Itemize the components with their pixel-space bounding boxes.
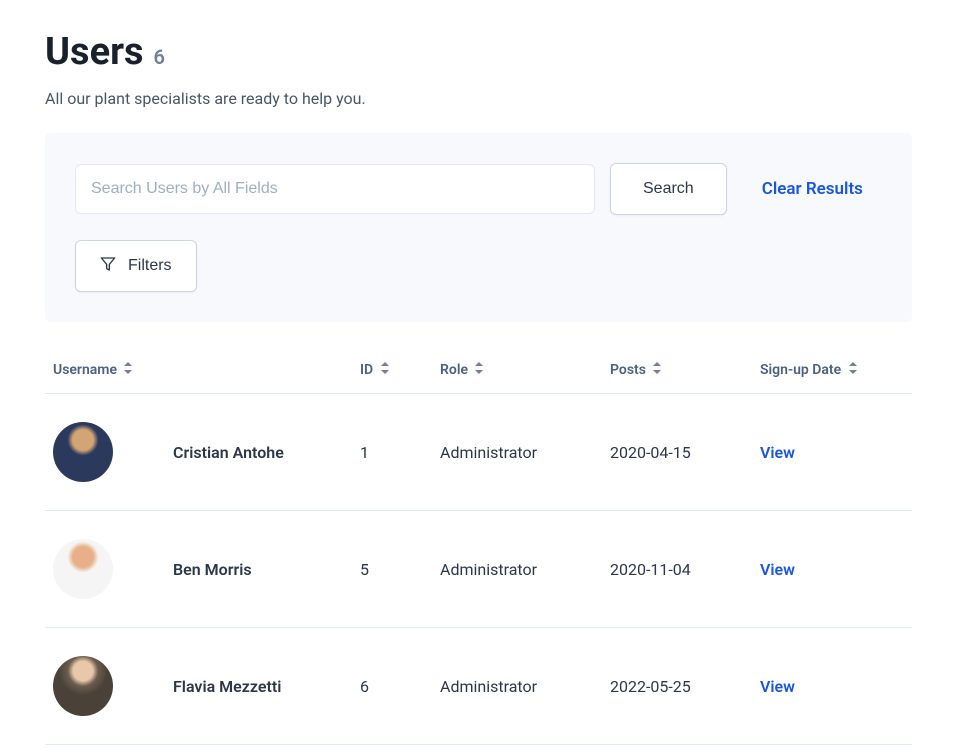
sort-icon — [475, 362, 483, 378]
filter-icon — [100, 256, 116, 277]
search-input[interactable] — [75, 164, 595, 214]
sort-icon — [381, 362, 389, 378]
username-cell: Cristian Antohe — [165, 394, 352, 511]
view-link[interactable]: View — [760, 677, 795, 696]
user-table: Username ID Role Posts — [45, 347, 912, 745]
role-cell: Administrator — [432, 511, 602, 628]
column-label: ID — [360, 362, 373, 378]
username-cell: Flavia Mezzetti — [165, 628, 352, 745]
sort-icon — [849, 362, 857, 378]
avatar — [53, 539, 113, 599]
table-row: Flavia Mezzetti 6 Administrator 2022-05-… — [45, 628, 912, 745]
posts-cell: 2020-11-04 — [602, 511, 752, 628]
page-title: Users — [45, 30, 144, 74]
column-label: Username — [53, 362, 117, 378]
table-header-row: Username ID Role Posts — [45, 347, 912, 394]
view-link[interactable]: View — [760, 443, 795, 462]
search-button[interactable]: Search — [610, 163, 727, 215]
search-row: Search Clear Results — [75, 163, 882, 215]
column-signup[interactable]: Sign-up Date — [752, 347, 912, 394]
page-subtitle: All our plant specialists are ready to h… — [45, 89, 912, 108]
column-label: Posts — [610, 362, 646, 378]
filters-button[interactable]: Filters — [75, 240, 197, 292]
posts-cell: 2022-05-25 — [602, 628, 752, 745]
column-label: Role — [440, 362, 468, 378]
posts-cell: 2020-04-15 — [602, 394, 752, 511]
role-cell: Administrator — [432, 628, 602, 745]
role-cell: Administrator — [432, 394, 602, 511]
column-id[interactable]: ID — [352, 347, 432, 394]
clear-results-link[interactable]: Clear Results — [762, 179, 863, 199]
table-row: Cristian Antohe 1 Administrator 2020-04-… — [45, 394, 912, 511]
column-posts[interactable]: Posts — [602, 347, 752, 394]
id-cell: 6 — [352, 628, 432, 745]
view-link[interactable]: View — [760, 560, 795, 579]
header-block: Users 6 All our plant specialists are re… — [45, 30, 912, 108]
column-username[interactable]: Username — [45, 347, 352, 394]
filters-label: Filters — [128, 257, 172, 275]
table-row: Ben Morris 5 Administrator 2020-11-04 Vi… — [45, 511, 912, 628]
column-label: Sign-up Date — [760, 362, 841, 378]
username-cell: Ben Morris — [165, 511, 352, 628]
sort-icon — [653, 362, 661, 378]
id-cell: 1 — [352, 394, 432, 511]
title-row: Users 6 — [45, 30, 912, 74]
id-cell: 5 — [352, 511, 432, 628]
sort-icon — [124, 362, 132, 378]
filter-panel: Search Clear Results Filters — [45, 133, 912, 322]
avatar — [53, 656, 113, 716]
user-count: 6 — [154, 45, 165, 69]
avatar — [53, 422, 113, 482]
column-role[interactable]: Role — [432, 347, 602, 394]
